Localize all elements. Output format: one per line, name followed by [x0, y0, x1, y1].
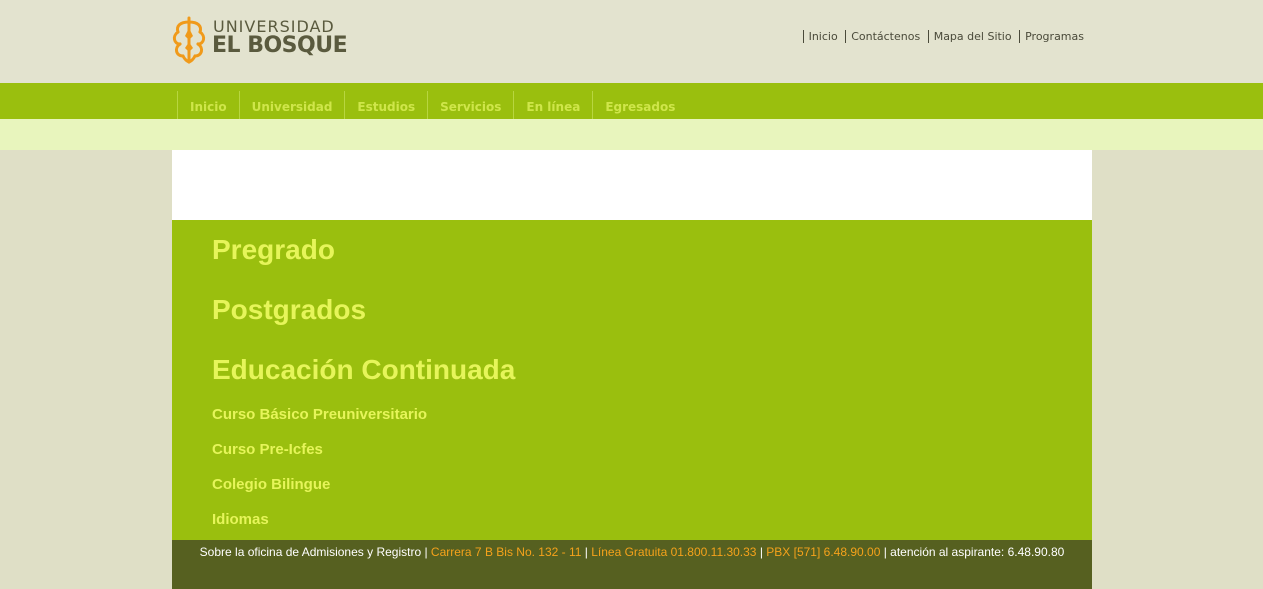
nav-item-servicios[interactable]: Servicios	[427, 91, 513, 119]
program-item-idiomas[interactable]: Idiomas	[212, 511, 269, 528]
logo-line-2: EL BOSQUE	[212, 33, 348, 58]
footer-address: Carrera 7 B Bis No. 132 - 11	[430, 545, 582, 559]
top-link-contactenos[interactable]: Contáctenos	[845, 30, 924, 43]
university-emblem-icon	[172, 16, 206, 64]
site-footer: Sobre la oficina de Admisiones y Registr…	[172, 540, 1092, 589]
site-header: UNIVERSIDAD EL BOSQUE Inicio Contáctenos…	[0, 0, 1263, 83]
programs-panel: Pregrado Postgrados Educación Continuada…	[172, 220, 1092, 540]
program-heading-pregrado[interactable]: Pregrado	[212, 234, 335, 266]
footer-contact-info: Sobre la oficina de Admisiones y Registr…	[172, 545, 1092, 559]
footer-separator: |	[880, 545, 891, 559]
top-link-mapa-del-sitio[interactable]: Mapa del Sitio	[927, 30, 1015, 43]
top-link-inicio[interactable]: Inicio	[802, 30, 841, 43]
nav-item-inicio[interactable]: Inicio	[177, 91, 239, 119]
banner-area	[172, 150, 1092, 220]
footer-separator: |	[581, 545, 592, 559]
nav-menu: Inicio Universidad Estudios Servicios En…	[177, 91, 687, 119]
nav-item-en-linea[interactable]: En línea	[513, 91, 592, 119]
program-heading-postgrados[interactable]: Postgrados	[212, 294, 366, 326]
program-item-curso-pre-icfes[interactable]: Curso Pre-Icfes	[212, 441, 323, 458]
program-item-colegio-bilingue[interactable]: Colegio Bilingue	[212, 476, 330, 493]
footer-toll-free: Línea Gratuita 01.800.11.30.33	[591, 545, 757, 559]
nav-item-estudios[interactable]: Estudios	[344, 91, 427, 119]
footer-attention: atención al aspirante: 6.48.90.80	[890, 545, 1065, 559]
nav-item-universidad[interactable]: Universidad	[238, 91, 345, 119]
nav-item-egresados[interactable]: Egresados	[592, 91, 687, 119]
top-links: Inicio Contáctenos Mapa del Sitio Progra…	[802, 30, 1087, 43]
main-navigation: Inicio Universidad Estudios Servicios En…	[0, 83, 1263, 119]
university-logo[interactable]: UNIVERSIDAD EL BOSQUE	[170, 14, 350, 64]
footer-pbx: PBX [571] 6.48.90.00	[766, 545, 881, 559]
top-link-programas[interactable]: Programas	[1019, 30, 1087, 43]
program-heading-educacion-continuada[interactable]: Educación Continuada	[212, 354, 515, 386]
sub-navigation-bar	[0, 119, 1263, 150]
footer-admissions-text: Sobre la oficina de Admisiones y Registr…	[199, 545, 422, 559]
footer-separator: |	[756, 545, 767, 559]
program-item-curso-basico-preuniversitario[interactable]: Curso Básico Preuniversitario	[212, 406, 427, 423]
footer-separator: |	[421, 545, 431, 559]
